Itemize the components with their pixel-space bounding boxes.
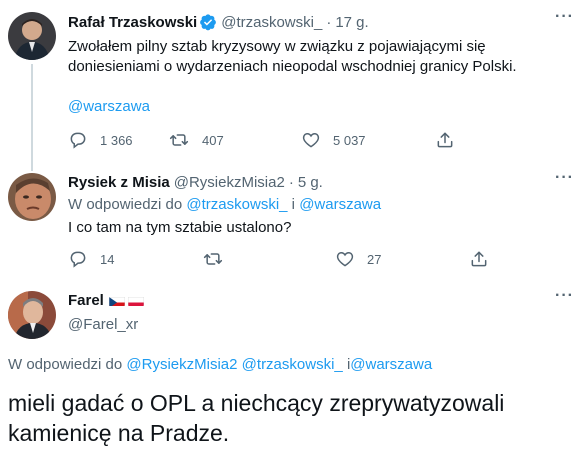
tweet-header: Farel xyxy=(68,292,144,309)
replying-to-line: W odpowiedzi do @trzaskowski_ i @warszaw… xyxy=(68,196,381,213)
like-count: 27 xyxy=(367,251,382,267)
share-icon xyxy=(471,251,487,267)
author-name[interactable]: Rysiek z Misia xyxy=(68,174,170,191)
reply-count: 1 366 xyxy=(100,132,133,148)
retweet-count: 407 xyxy=(202,132,224,148)
author-handle[interactable]: @trzaskowski_ xyxy=(221,14,322,31)
tweet-time[interactable]: 5 g. xyxy=(298,174,323,191)
tweet-text: I co tam na tym sztabie ustalono? xyxy=(68,219,292,236)
more-icon[interactable]: ··· xyxy=(555,8,574,26)
reply-user-trzaskowski[interactable]: @trzaskowski_ xyxy=(242,356,343,373)
replying-to-label: W odpowiedzi do xyxy=(8,356,123,373)
reply-icon xyxy=(70,251,86,268)
tweet-trzaskowski[interactable]: Rafał Trzaskowski @trzaskowski_ · 17 g. … xyxy=(0,0,583,165)
avatar-rysiek[interactable] xyxy=(8,173,56,221)
reply-icon xyxy=(70,132,86,149)
separator-dot: · xyxy=(326,13,332,31)
retweet-icon xyxy=(203,253,223,265)
verified-badge-icon xyxy=(199,13,217,31)
polish-flag-icon xyxy=(127,295,144,306)
thread-line xyxy=(31,64,33,165)
tweet-time[interactable]: 17 g. xyxy=(335,14,368,31)
author-handle[interactable]: @Farel_xr xyxy=(68,316,138,333)
tweet-actions: 1 366 407 5 037 xyxy=(68,130,455,150)
czech-flag-icon xyxy=(108,295,125,306)
replying-to-line: W odpowiedzi do @RysiekzMisia2 @trzaskow… xyxy=(8,356,432,373)
heart-icon xyxy=(302,132,320,148)
heart-icon xyxy=(336,251,354,267)
tweet-farel[interactable]: Farel @Farel_xr ··· W odpowiedzi do @Rys… xyxy=(0,283,583,451)
reply-user-warszawa[interactable]: @warszawa xyxy=(350,356,432,373)
tweet-actions: 14 27 xyxy=(68,249,489,269)
reply-button[interactable]: 1 366 xyxy=(68,130,168,150)
reply-user-warszawa[interactable]: @warszawa xyxy=(299,196,381,213)
avatar-farel[interactable] xyxy=(8,291,56,339)
author-name[interactable]: Farel xyxy=(68,292,104,309)
reply-and: i xyxy=(291,196,296,213)
tweet-header: Rafał Trzaskowski @trzaskowski_ · 17 g. xyxy=(68,13,369,31)
author-name[interactable]: Rafał Trzaskowski xyxy=(68,14,197,31)
author-handle[interactable]: @RysiekzMisia2 xyxy=(174,174,285,191)
reply-count: 14 xyxy=(100,251,115,267)
retweet-button[interactable] xyxy=(202,249,335,269)
like-button[interactable]: 5 037 xyxy=(301,130,435,150)
retweet-button[interactable]: 407 xyxy=(168,130,301,150)
tweet-rysiek[interactable]: Rysiek z Misia @RysiekzMisia2 · 5 g. ···… xyxy=(0,165,583,283)
reply-user-trzaskowski[interactable]: @trzaskowski_ xyxy=(186,196,287,213)
focused-tweet-text: mieli gadać o OPL a niechcący zreprywaty… xyxy=(8,390,505,446)
like-count: 5 037 xyxy=(333,132,366,148)
more-icon[interactable]: ··· xyxy=(555,287,574,305)
reply-user-rysiek[interactable]: @RysiekzMisia2 xyxy=(126,356,237,373)
replying-to-label: W odpowiedzi do xyxy=(68,196,183,213)
share-button[interactable] xyxy=(469,249,489,269)
share-button[interactable] xyxy=(435,130,455,150)
mention-warszawa[interactable]: @warszawa xyxy=(68,97,150,117)
more-icon[interactable]: ··· xyxy=(555,169,574,187)
avatar-trzaskowski[interactable] xyxy=(8,12,56,60)
tweet-text: Zwołałem pilny sztab kryzysowy w związku… xyxy=(68,38,517,75)
like-button[interactable]: 27 xyxy=(335,249,469,269)
tweet-header: Rysiek z Misia @RysiekzMisia2 · 5 g. xyxy=(68,174,323,191)
retweet-icon xyxy=(169,134,189,146)
share-icon xyxy=(437,132,453,148)
separator-dot: · xyxy=(288,174,294,191)
reply-button[interactable]: 14 xyxy=(68,249,202,269)
thread-line-top xyxy=(31,165,33,171)
